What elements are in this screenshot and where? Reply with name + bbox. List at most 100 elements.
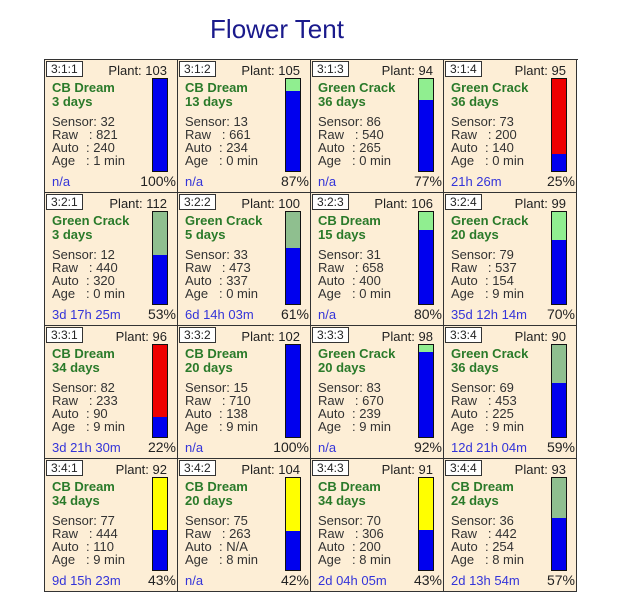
moisture-bar — [551, 344, 567, 438]
strain-name: CB Dream — [451, 479, 514, 494]
plant-id: Plant: 95 — [515, 63, 566, 78]
plant-number: 102 — [278, 329, 300, 344]
moisture-bar — [152, 477, 168, 571]
position-label: 3:4:1 — [46, 460, 83, 476]
moisture-percent: 42% — [280, 572, 309, 588]
moisture-bar-fill — [419, 530, 433, 570]
plant-number: 105 — [278, 63, 300, 78]
age-reading-separator: : — [208, 419, 227, 434]
moisture-percent: 70% — [546, 306, 575, 322]
moisture-percent: 100% — [273, 439, 309, 455]
timer-text: 35d 12h 14m — [451, 307, 527, 322]
age-reading-value: 9 min — [492, 286, 524, 301]
age-reading: Age : 9 min — [451, 420, 524, 433]
plant-cell[interactable]: 3:1:2 Plant: 105 CB Dream 13 days Sensor: 13… — [178, 60, 311, 193]
position-label: 3:3:2 — [179, 327, 216, 343]
timer-text: 3d 21h 30m — [52, 440, 121, 455]
timer-text: 3d 17h 25m — [52, 307, 121, 322]
strain-name: Green Crack — [318, 346, 396, 361]
position-label: 3:2:4 — [445, 194, 482, 210]
days-count: 20 days — [185, 360, 233, 375]
strain-name: CB Dream — [318, 479, 381, 494]
age-reading-separator: : — [474, 419, 493, 434]
age-reading-separator: : — [341, 286, 360, 301]
plant-label: Plant: — [109, 196, 143, 211]
plant-cell[interactable]: 3:1:1 Plant: 103 CB Dream 3 days Sensor: 32 R… — [45, 60, 178, 193]
position-label: 3:1:4 — [445, 61, 482, 77]
plant-id: Plant: 102 — [241, 329, 300, 344]
plant-number: 100 — [278, 196, 300, 211]
plant-label: Plant: — [241, 63, 275, 78]
plant-cell[interactable]: 3:4:1 Plant: 92 CB Dream 34 days Sensor: 77 R… — [45, 459, 178, 592]
plant-cell[interactable]: 3:2:2 Plant: 100 Green Crack 5 days Sensor: … — [178, 193, 311, 326]
moisture-bar-fill — [286, 531, 300, 570]
age-reading-label: Age — [318, 552, 342, 567]
strain-name: CB Dream — [318, 213, 381, 228]
plant-number: 104 — [278, 462, 300, 477]
timer-text: n/a — [185, 440, 204, 455]
plant-cell[interactable]: 3:2:4 Plant: 99 Green Crack 20 days Sensor: … — [444, 193, 577, 326]
days-count: 13 days — [185, 94, 233, 109]
timer-text: 21h 26m — [451, 174, 502, 189]
moisture-percent: 87% — [280, 173, 309, 189]
plant-label: Plant: — [381, 462, 415, 477]
age-reading-separator: : — [341, 153, 360, 168]
moisture-percent: 100% — [140, 173, 176, 189]
age-reading-label: Age — [451, 286, 475, 301]
age-reading: Age : 8 min — [318, 553, 391, 566]
plant-id: Plant: 105 — [241, 63, 300, 78]
strain-name: Green Crack — [318, 80, 396, 95]
moisture-bar-fill — [552, 153, 566, 171]
plant-cell[interactable]: 3:1:3 Plant: 94 Green Crack 36 days Sensor: … — [311, 60, 444, 193]
days-count: 20 days — [451, 227, 499, 242]
moisture-percent: 61% — [280, 306, 309, 322]
age-reading-separator: : — [75, 419, 94, 434]
plant-cell[interactable]: 3:3:4 Plant: 90 Green Crack 36 days Sensor: … — [444, 326, 577, 459]
plant-cell[interactable]: 3:2:3 Plant: 106 CB Dream 15 days Sensor: 31… — [311, 193, 444, 326]
age-reading: Age : 0 min — [185, 154, 258, 167]
age-reading: Age : 0 min — [451, 154, 524, 167]
plant-id: Plant: 90 — [515, 329, 566, 344]
plant-id: Plant: 100 — [241, 196, 300, 211]
age-reading-value: 0 min — [359, 286, 391, 301]
moisture-bar — [418, 477, 434, 571]
age-reading-separator: : — [208, 552, 227, 567]
days-count: 20 days — [318, 360, 366, 375]
plant-label: Plant: — [381, 329, 415, 344]
plant-cell[interactable]: 3:4:4 Plant: 93 CB Dream 24 days Sensor: 36 R… — [444, 459, 577, 592]
plant-cell[interactable]: 3:3:1 Plant: 96 CB Dream 34 days Sensor: 82 R… — [45, 326, 178, 459]
position-label: 3:3:1 — [46, 327, 83, 343]
days-count: 3 days — [52, 94, 93, 109]
strain-name: CB Dream — [185, 479, 248, 494]
plant-id: Plant: 93 — [515, 462, 566, 477]
moisture-percent: 80% — [413, 306, 442, 322]
days-count: 34 days — [52, 360, 100, 375]
plant-id: Plant: 103 — [108, 63, 167, 78]
position-label: 3:2:1 — [46, 194, 83, 210]
plant-cell[interactable]: 3:1:4 Plant: 95 Green Crack 36 days Sensor: … — [444, 60, 577, 193]
position-label: 3:1:3 — [312, 61, 349, 77]
age-reading-value: 8 min — [359, 552, 391, 567]
plant-cell[interactable]: 3:3:3 Plant: 98 Green Crack 20 days Sensor: … — [311, 326, 444, 459]
position-label: 3:2:3 — [312, 194, 349, 210]
age-reading-separator: : — [208, 153, 227, 168]
plant-cell[interactable]: 3:4:3 Plant: 91 CB Dream 34 days Sensor: 70 R… — [311, 459, 444, 592]
moisture-bar-fill — [286, 345, 300, 437]
position-label: 3:2:2 — [179, 194, 216, 210]
plant-cell[interactable]: 3:2:1 Plant: 112 Green Crack 3 days Sensor: … — [45, 193, 178, 326]
plant-label: Plant: — [374, 196, 408, 211]
age-reading-label: Age — [451, 153, 475, 168]
plant-number: 94 — [418, 63, 433, 78]
plant-label: Plant: — [514, 196, 548, 211]
plant-grid: 3:1:1 Plant: 103 CB Dream 3 days Sensor: 32 R… — [44, 59, 578, 592]
position-label: 3:1:1 — [46, 61, 83, 77]
plant-label: Plant: — [115, 462, 149, 477]
age-reading: Age : 0 min — [185, 287, 258, 300]
plant-id: Plant: 94 — [382, 63, 433, 78]
age-reading-separator: : — [341, 552, 360, 567]
timer-text: 12d 21h 04m — [451, 440, 527, 455]
plant-cell[interactable]: 3:3:2 Plant: 102 CB Dream 20 days Sensor: 15… — [178, 326, 311, 459]
plant-id: Plant: 91 — [382, 462, 433, 477]
plant-cell[interactable]: 3:4:2 Plant: 104 CB Dream 20 days Sensor: 75… — [178, 459, 311, 592]
moisture-percent: 53% — [147, 306, 176, 322]
